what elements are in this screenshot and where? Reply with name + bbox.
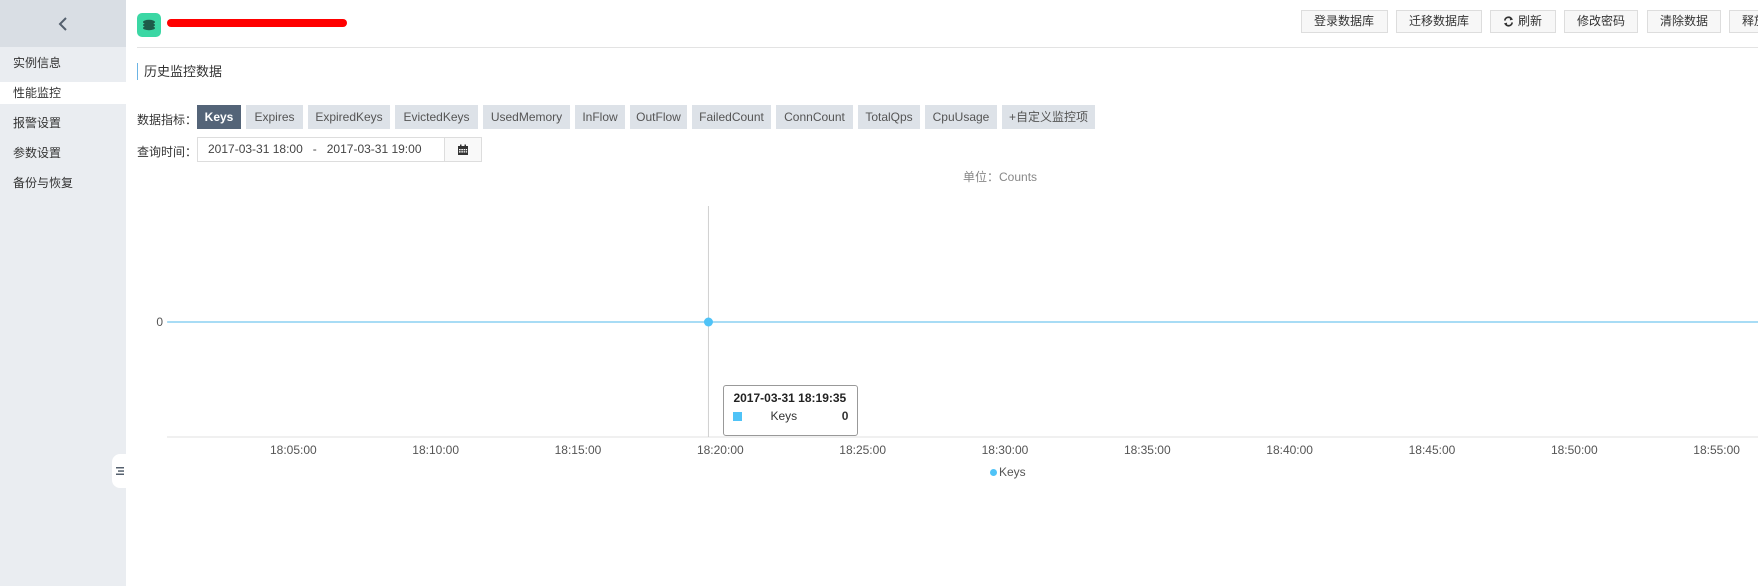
x-tick-label: 18:40:00 (1266, 443, 1313, 457)
x-tick-label: 18:55:00 (1693, 443, 1740, 457)
tooltip-value: 0 (841, 409, 849, 423)
x-tick-label: 18:10:00 (412, 443, 459, 457)
chart-tooltip: 2017-03-31 18:19:35 Keys 0 (723, 385, 859, 436)
tooltip-title: 2017-03-31 18:19:35 (733, 391, 847, 405)
highlighted-point-marker (703, 317, 713, 327)
x-tick-label: 18:35:00 (1124, 443, 1171, 457)
x-tick-label: 18:45:00 (1409, 443, 1456, 457)
tooltip-series-swatch (733, 411, 743, 421)
x-tick-label: 18:20:00 (697, 443, 744, 457)
y-tick-label: 0 (156, 315, 163, 329)
legend-dot-icon (990, 468, 997, 476)
x-tick-label: 18:25:00 (839, 443, 886, 457)
x-tick-label: 18:50:00 (1551, 443, 1598, 457)
tooltip-series-name: Keys (770, 409, 798, 423)
keys-line-chart: 18:05:00 18:10:00 18:15:00 18:20:00 18:25:00… (156, 206, 1758, 457)
x-tick-label: 18:05:00 (270, 443, 317, 457)
tooltip-row: Keys 0 (733, 409, 848, 423)
x-tick-label: 18:30:00 (982, 443, 1029, 457)
legend-label: Keys (999, 465, 1026, 479)
chart-legend-item-keys[interactable]: Keys (990, 465, 1026, 479)
x-tick-label: 18:15:00 (555, 443, 602, 457)
